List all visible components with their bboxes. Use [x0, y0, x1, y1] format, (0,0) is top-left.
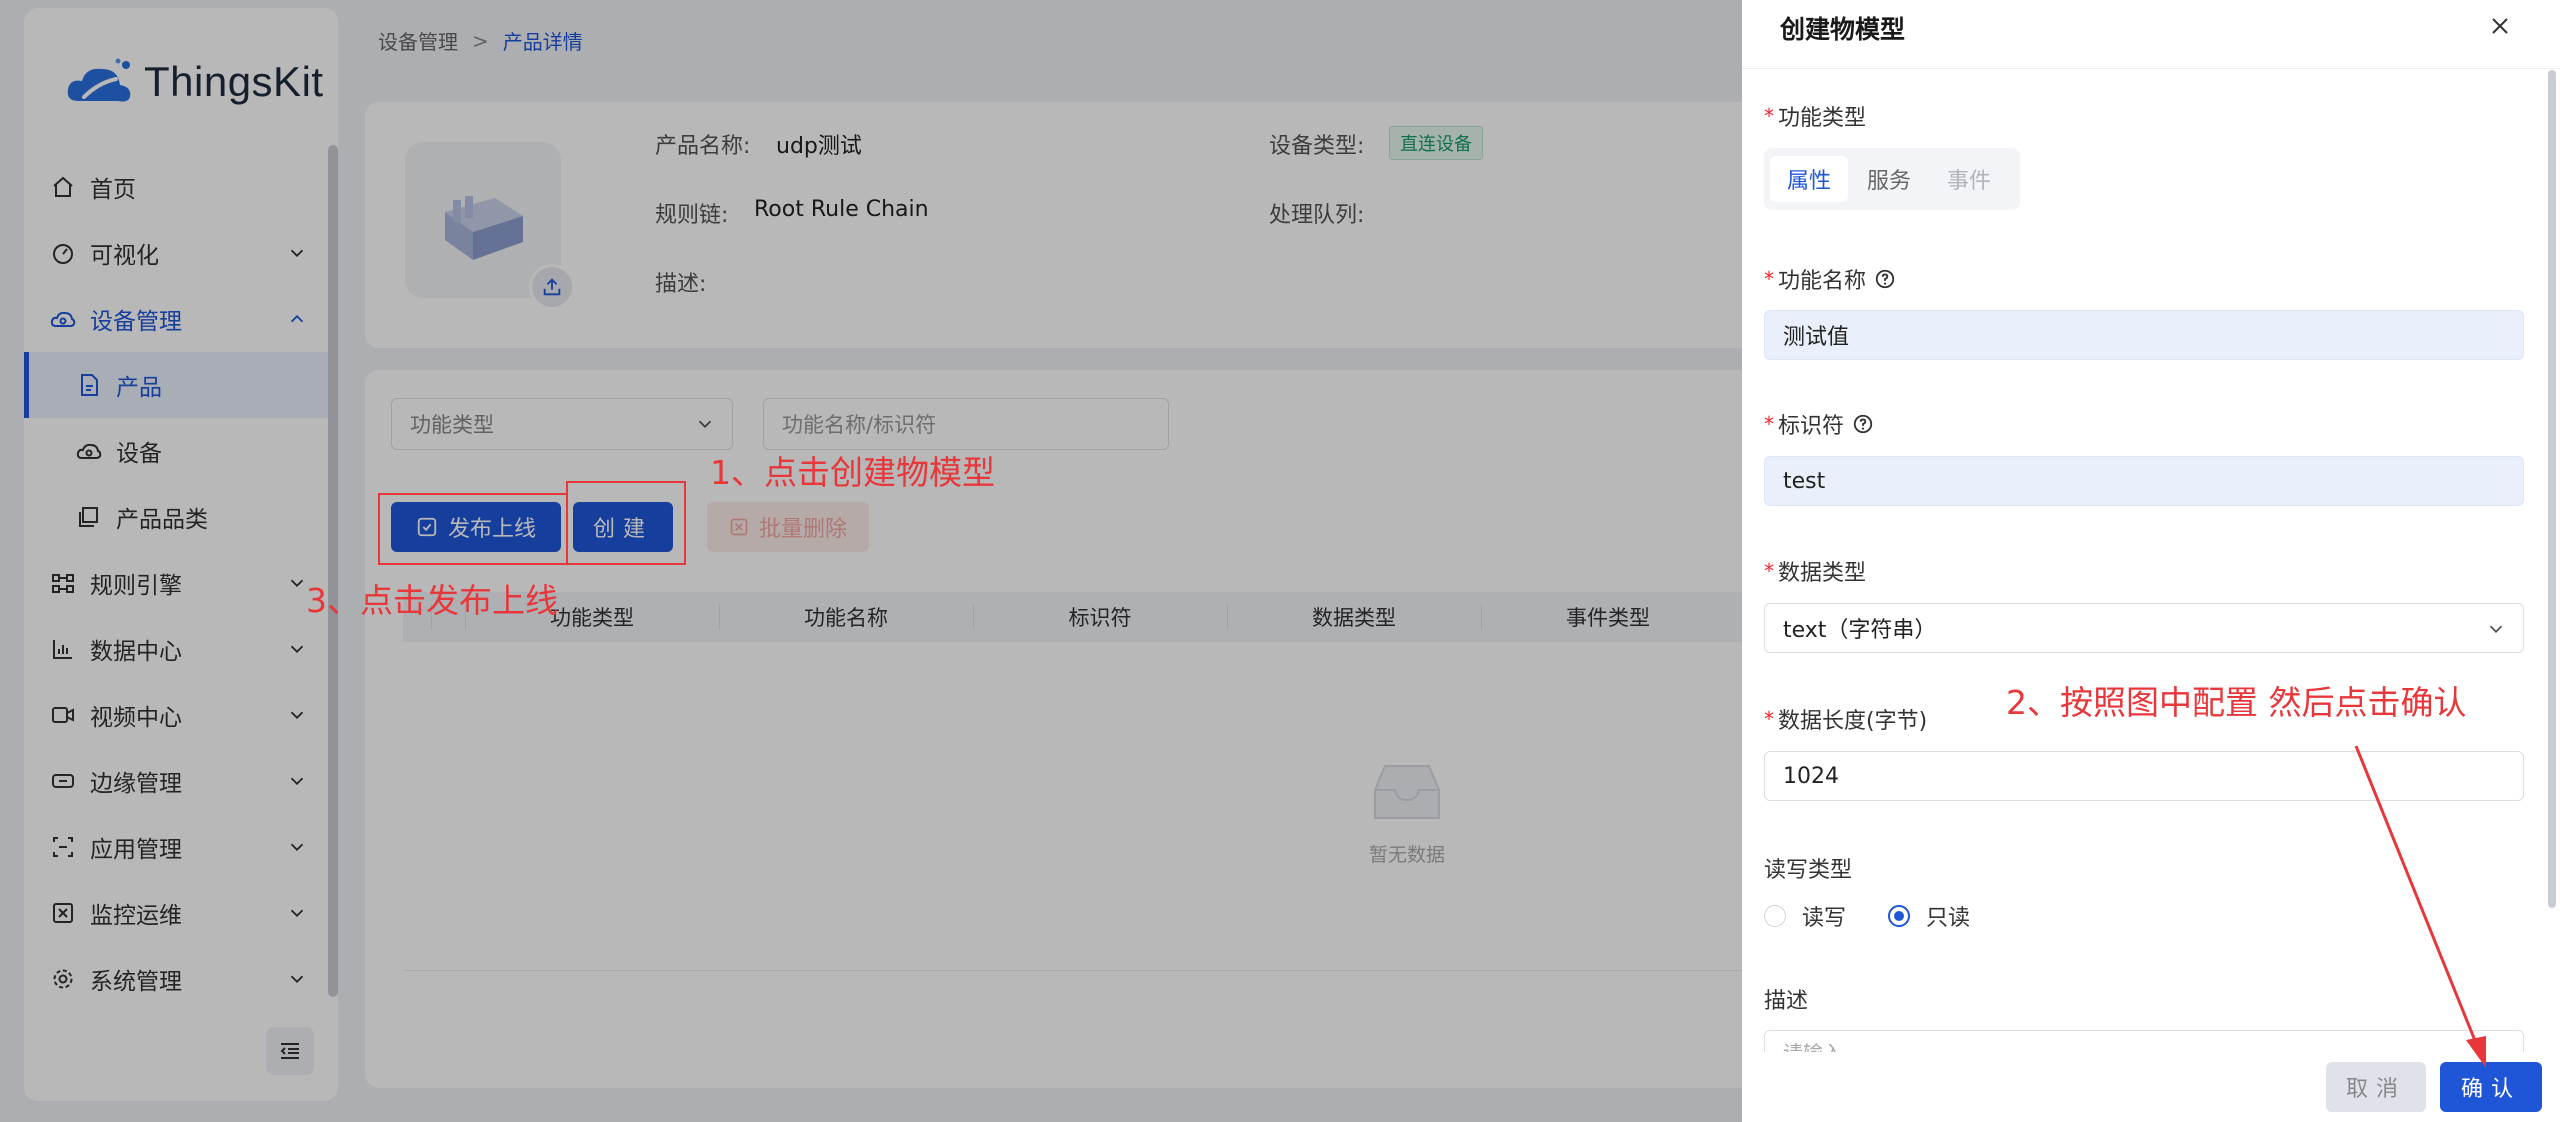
required-mark: *: [1764, 412, 1774, 436]
data-type-field-label: * 数据类型: [1764, 555, 1866, 587]
data-type-select[interactable]: text（字符串）: [1764, 603, 2524, 653]
identifier-field-label: * 标识符: [1764, 408, 1874, 440]
radio-read-only[interactable]: [1888, 905, 1911, 927]
required-mark: *: [1764, 267, 1774, 291]
data-length-input[interactable]: 1024: [1764, 751, 2524, 801]
segment-service[interactable]: 服务: [1850, 156, 1928, 202]
close-icon[interactable]: [2488, 14, 2512, 38]
help-icon[interactable]: [1874, 268, 1896, 290]
function-name-input[interactable]: 测试值: [1764, 310, 2524, 360]
rw-type-label-text: 读写类型: [1764, 858, 1853, 883]
segment-event[interactable]: 事件: [1930, 156, 2008, 202]
confirm-button[interactable]: 确认: [2440, 1062, 2542, 1112]
radio-read-only-label[interactable]: 只读: [1926, 900, 1970, 932]
required-mark: *: [1764, 559, 1774, 583]
required-mark: *: [1764, 707, 1774, 731]
radio-read-write-label[interactable]: 读写: [1802, 900, 1846, 932]
annotation-highlight-publish: [378, 493, 568, 565]
function-name-field-label: * 功能名称: [1764, 263, 1896, 295]
create-model-drawer: 创建物模型 * 功能类型 属性 服务 事件 * 功能名称 测试值 * 标识符 t…: [1742, 0, 2560, 1122]
identifier-label-text: 标识符: [1778, 414, 1845, 439]
help-icon[interactable]: [1852, 413, 1874, 435]
annotation-step3: 3、点击发布上线: [306, 581, 558, 620]
function-name-label-text: 功能名称: [1778, 269, 1867, 294]
cancel-button[interactable]: 取消: [2326, 1062, 2426, 1112]
annotation-highlight-create: [566, 481, 686, 565]
drawer-title: 创建物模型: [1780, 15, 1906, 44]
data-length-input-value: 1024: [1783, 763, 1839, 789]
required-mark: *: [1764, 104, 1774, 128]
radio-read-write[interactable]: [1764, 905, 1786, 927]
annotation-step2: 2、按照图中配置 然后点击确认: [2006, 683, 2467, 722]
description-field-label: 描述: [1764, 983, 1808, 1015]
data-length-field-label: * 数据长度(字节): [1764, 703, 1927, 735]
identifier-input[interactable]: test: [1764, 456, 2524, 506]
segment-property[interactable]: 属性: [1770, 156, 1848, 202]
description-label-text: 描述: [1764, 989, 1809, 1014]
function-type-field-label: * 功能类型: [1764, 100, 1866, 132]
data-length-label-text: 数据长度(字节): [1778, 709, 1928, 734]
data-type-select-value: text（字符串）: [1783, 618, 1937, 643]
rw-type-field-label: 读写类型: [1764, 852, 1852, 884]
data-type-label-text: 数据类型: [1778, 561, 1867, 586]
rw-type-radio-group: 读写 只读: [1764, 900, 1970, 932]
identifier-input-value: test: [1783, 468, 1826, 494]
drawer-divider: [1742, 68, 2560, 69]
modal-mask[interactable]: [0, 0, 1742, 1122]
function-type-segmented: 属性 服务 事件: [1764, 148, 2020, 210]
annotation-step1: 1、点击创建物模型: [710, 453, 995, 492]
function-name-input-value: 测试值: [1783, 325, 1850, 350]
function-type-label-text: 功能类型: [1778, 106, 1867, 131]
drawer-footer: 取消 确认: [1742, 1052, 2560, 1122]
chevron-down-icon: [2489, 625, 2503, 634]
drawer-scrollbar[interactable]: [2548, 70, 2556, 908]
